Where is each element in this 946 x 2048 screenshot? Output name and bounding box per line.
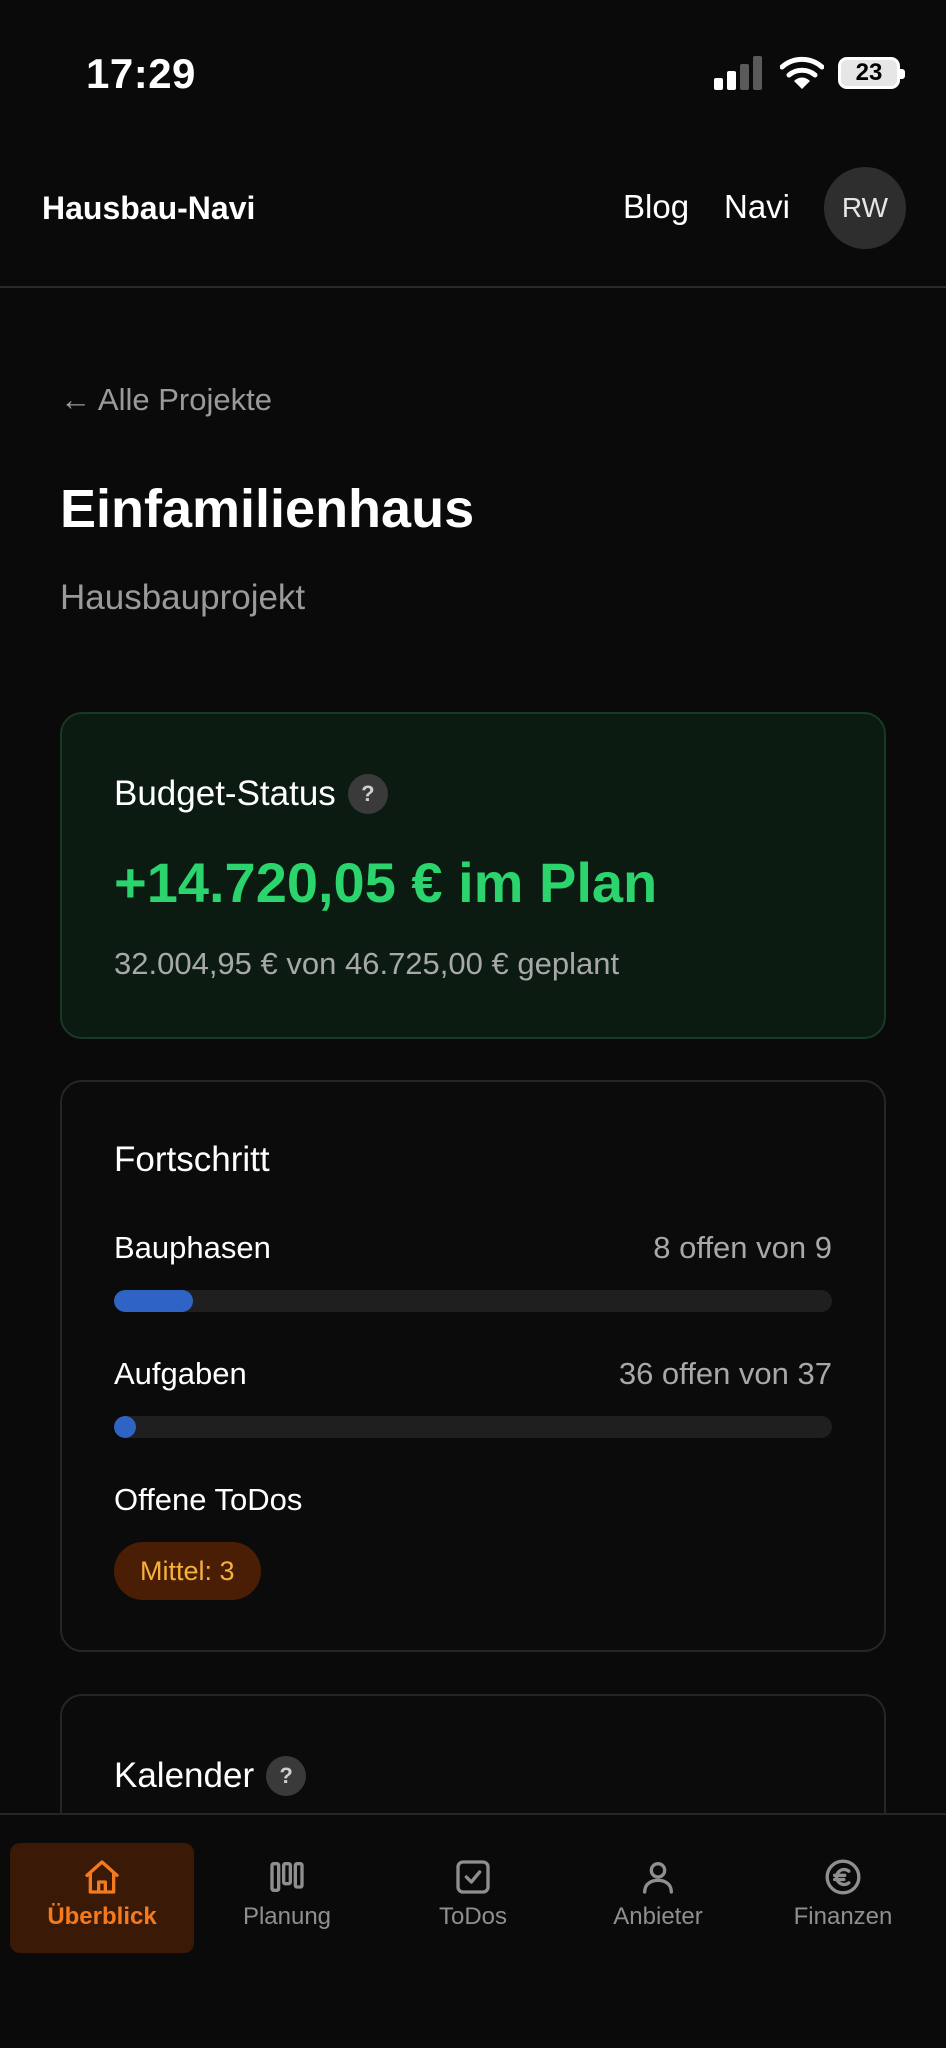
cellular-signal-icon [714, 56, 762, 90]
tab-label: Anbieter [613, 1903, 703, 1930]
back-link[interactable]: ← Alle Projekte [60, 382, 272, 418]
wifi-icon [780, 56, 824, 89]
budget-status-card: Budget-Status ? +14.720,05 € im Plan 32.… [60, 712, 886, 1039]
status-icons: 23 [714, 56, 905, 90]
nav-link-blog[interactable]: Blog [623, 188, 689, 226]
app-header: Hausbau-Navi Blog Navi RW [0, 150, 946, 288]
tab-finanzen[interactable]: Finanzen [751, 1843, 935, 1953]
progress-title: Fortschritt [114, 1140, 270, 1179]
tab-label: Finanzen [793, 1903, 893, 1930]
budget-detail: 32.004,95 € von 46.725,00 € geplant [114, 946, 620, 981]
battery-icon: 23 [838, 57, 905, 89]
calendar-title: Kalender [114, 1756, 255, 1795]
progress-value-aufgaben: 36 offen von 37 [618, 1356, 832, 1391]
columns-icon [270, 1862, 304, 1892]
progress-fill [114, 1416, 136, 1438]
status-time: 17:29 [86, 50, 196, 97]
battery-level: 23 [855, 59, 883, 86]
tab-ueberblick[interactable]: Überblick [10, 1843, 194, 1953]
home-icon [85, 1860, 119, 1894]
progress-bar-bauphasen [114, 1290, 832, 1312]
bottom-nav: Überblick Planung ToDos Anbieter Finanze… [0, 1813, 946, 2048]
screen: 17:29 23 Hausbau-Navi Blog Navi RW ← All… [0, 0, 946, 2048]
progress-value-bauphasen: 8 offen von 9 [653, 1230, 832, 1265]
budget-value: +14.720,05 € im Plan [114, 851, 658, 914]
progress-card: Fortschritt Bauphasen 8 offen von 9 Aufg… [60, 1080, 886, 1652]
tab-label: Planung [242, 1903, 332, 1930]
tab-anbieter[interactable]: Anbieter [566, 1843, 750, 1953]
progress-label-aufgaben: Aufgaben [114, 1356, 247, 1391]
user-icon [643, 1862, 673, 1894]
priority-badge-medium[interactable]: Mittel: 3 [114, 1542, 261, 1600]
tab-planung[interactable]: Planung [195, 1843, 379, 1953]
progress-label-bauphasen: Bauphasen [114, 1230, 271, 1265]
calendar-title-row: Kalender ? [114, 1756, 307, 1796]
brand-logo[interactable]: Hausbau-Navi [42, 190, 255, 227]
help-icon[interactable]: ? [266, 1756, 307, 1796]
progress-fill [114, 1290, 193, 1312]
open-todos-label: Offene ToDos [114, 1482, 303, 1517]
budget-title: Budget-Status [114, 774, 336, 813]
tab-todos[interactable]: ToDos [381, 1843, 565, 1953]
checkbox-icon [456, 1860, 490, 1894]
euro-icon [825, 1859, 861, 1895]
page-title: Einfamilienhaus [60, 479, 475, 539]
tab-label: ToDos [438, 1903, 508, 1930]
nav-link-navi[interactable]: Navi [724, 188, 790, 226]
page-subtitle: Hausbauprojekt [60, 578, 306, 617]
help-icon[interactable]: ? [347, 774, 388, 814]
budget-title-row: Budget-Status ? [114, 774, 388, 814]
avatar[interactable]: RW [824, 167, 906, 249]
status-bar: 17:29 23 [0, 0, 946, 150]
tab-label: Überblick [47, 1903, 157, 1930]
progress-bar-aufgaben [114, 1416, 832, 1438]
